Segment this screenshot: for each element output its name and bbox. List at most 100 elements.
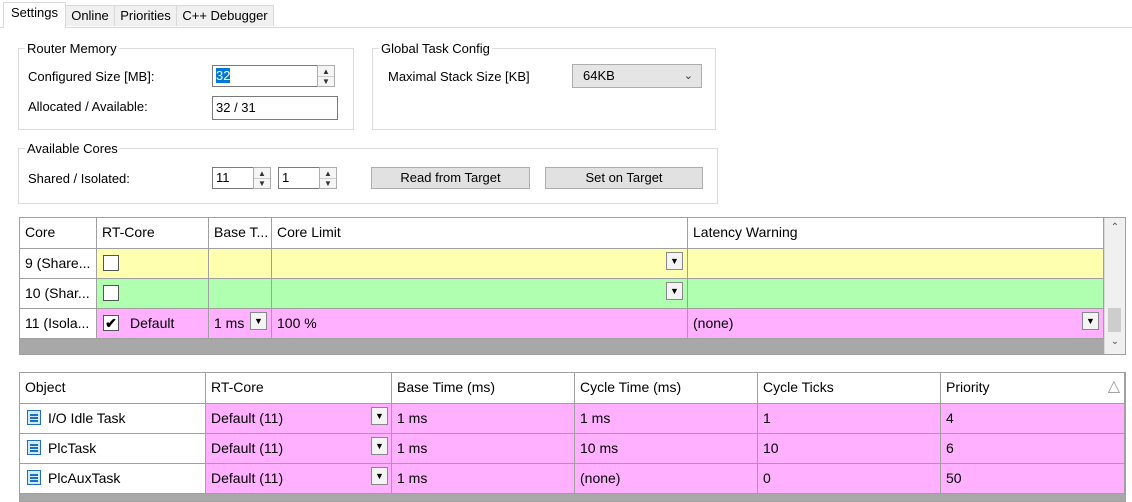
col-header-latency-warning[interactable]: Latency Warning bbox=[688, 218, 1104, 249]
tab-online[interactable]: Online bbox=[65, 5, 115, 26]
task-object-name: PlcTask bbox=[48, 440, 97, 456]
base-time-cell[interactable] bbox=[209, 279, 272, 309]
allocated-available-field: 32 / 31 bbox=[212, 96, 338, 120]
configured-size-input[interactable]: 32 bbox=[212, 65, 318, 87]
rt-core-cell[interactable] bbox=[97, 279, 209, 309]
spin-down-icon[interactable]: ▼ bbox=[318, 76, 334, 86]
dropdown-arrow-icon[interactable]: ▼ bbox=[250, 312, 267, 330]
router-memory-title: Router Memory bbox=[25, 41, 119, 57]
shared-cores-spinner[interactable]: ▲ ▼ bbox=[253, 167, 271, 189]
max-stack-size-select[interactable]: 64KB ⌄ bbox=[572, 64, 702, 88]
rt-core-cell[interactable] bbox=[97, 249, 209, 279]
tab-priorities[interactable]: Priorities bbox=[114, 5, 177, 26]
checkmark-icon[interactable]: ✔ bbox=[103, 315, 119, 331]
task-grid: Object RT-Core Base Time (ms) Cycle Time… bbox=[19, 372, 1126, 502]
rt-core-checkbox[interactable] bbox=[103, 285, 119, 301]
latency-warning-cell[interactable] bbox=[688, 279, 1104, 309]
tab-settings[interactable]: Settings bbox=[3, 2, 66, 28]
latency-warning-value: (none) bbox=[693, 315, 734, 331]
shared-cores-input[interactable]: 11 bbox=[212, 167, 254, 189]
spin-down-icon[interactable]: ▼ bbox=[320, 178, 336, 188]
task-rt-core-cell[interactable]: Default (11) ▼ bbox=[206, 464, 392, 494]
read-from-target-button[interactable]: Read from Target bbox=[371, 167, 530, 189]
dropdown-arrow-icon[interactable]: ▼ bbox=[371, 437, 388, 455]
sort-ascending-icon: △ bbox=[1107, 378, 1120, 395]
task-cycle-time-cell[interactable]: 10 ms bbox=[575, 434, 758, 464]
base-time-cell[interactable] bbox=[209, 249, 272, 279]
task-cycle-ticks-cell[interactable]: 1 bbox=[758, 404, 941, 434]
core-limit-cell[interactable]: ▼ bbox=[272, 249, 688, 279]
chevron-down-icon: ⌄ bbox=[683, 70, 693, 82]
task-base-time-cell[interactable]: 1 ms bbox=[392, 464, 575, 494]
tab-strip: Settings Online Priorities C++ Debugger bbox=[0, 0, 1132, 28]
task-icon bbox=[27, 440, 41, 455]
isolated-cores-spinner[interactable]: ▲ ▼ bbox=[319, 167, 337, 189]
dropdown-arrow-icon[interactable]: ▼ bbox=[666, 252, 683, 270]
core-cell[interactable]: 11 (Isola... bbox=[20, 309, 97, 339]
col-header-base-time[interactable]: Base T... bbox=[209, 218, 272, 249]
task-icon bbox=[27, 470, 41, 485]
task-icon bbox=[27, 410, 41, 425]
global-task-config-group bbox=[372, 48, 716, 130]
col-header-priority[interactable]: Priority △ bbox=[941, 373, 1125, 404]
task-rt-core-value: Default (11) bbox=[211, 440, 284, 456]
dropdown-arrow-icon[interactable]: ▼ bbox=[371, 407, 388, 425]
core-limit-cell[interactable]: ▼ bbox=[272, 279, 688, 309]
dropdown-arrow-icon[interactable]: ▼ bbox=[1082, 312, 1099, 330]
max-stack-size-value: 64KB bbox=[583, 68, 615, 83]
task-rt-core-cell[interactable]: Default (11) ▼ bbox=[206, 434, 392, 464]
available-cores-title: Available Cores bbox=[25, 141, 120, 157]
base-time-cell[interactable]: 1 ms ▼ bbox=[209, 309, 272, 339]
col-header-rt-core[interactable]: RT-Core bbox=[97, 218, 209, 249]
task-rt-core-value: Default (11) bbox=[211, 470, 284, 486]
task-base-time-cell[interactable]: 1 ms bbox=[392, 434, 575, 464]
col-header-object[interactable]: Object bbox=[20, 373, 206, 404]
task-priority-cell[interactable]: 6 bbox=[941, 434, 1125, 464]
task-priority-cell[interactable]: 4 bbox=[941, 404, 1125, 434]
configured-size-spinner[interactable]: ▲ ▼ bbox=[317, 65, 335, 87]
set-on-target-button[interactable]: Set on Target bbox=[545, 167, 703, 189]
max-stack-size-label: Maximal Stack Size [KB] bbox=[388, 69, 530, 84]
core-limit-cell[interactable]: 100 % bbox=[272, 309, 688, 339]
core-grid-scrollbar[interactable]: ⌃ ⌄ bbox=[1104, 218, 1125, 354]
isolated-cores-input[interactable]: 1 bbox=[278, 167, 320, 189]
task-base-time-cell[interactable]: 1 ms bbox=[392, 404, 575, 434]
task-object-name: PlcAuxTask bbox=[48, 470, 121, 486]
configured-size-value: 32 bbox=[216, 68, 231, 83]
task-rt-core-value: Default (11) bbox=[211, 410, 284, 426]
col-header-core-limit[interactable]: Core Limit bbox=[272, 218, 688, 249]
core-cell[interactable]: 9 (Share... bbox=[20, 249, 97, 279]
col-header-cycle-time[interactable]: Cycle Time (ms) bbox=[575, 373, 758, 404]
core-cell[interactable]: 10 (Shar... bbox=[20, 279, 97, 309]
tab-cpp-debugger[interactable]: C++ Debugger bbox=[176, 5, 274, 26]
task-cycle-time-cell[interactable]: (none) bbox=[575, 464, 758, 494]
task-object-cell[interactable]: I/O Idle Task bbox=[20, 404, 206, 434]
col-header-cycle-ticks[interactable]: Cycle Ticks bbox=[758, 373, 941, 404]
col-header-base-time[interactable]: Base Time (ms) bbox=[392, 373, 575, 404]
configured-size-label: Configured Size [MB]: bbox=[28, 69, 155, 84]
task-cycle-time-cell[interactable]: 1 ms bbox=[575, 404, 758, 434]
scroll-down-icon[interactable]: ⌄ bbox=[1105, 336, 1125, 347]
rt-core-label: Default bbox=[130, 315, 175, 331]
col-header-core[interactable]: Core bbox=[20, 218, 97, 249]
global-task-config-title: Global Task Config bbox=[379, 41, 492, 57]
spin-down-icon[interactable]: ▼ bbox=[254, 178, 270, 188]
col-header-rt-core[interactable]: RT-Core bbox=[206, 373, 392, 404]
task-cycle-ticks-cell[interactable]: 0 bbox=[758, 464, 941, 494]
task-object-cell[interactable]: PlcAuxTask bbox=[20, 464, 206, 494]
task-rt-core-cell[interactable]: Default (11) ▼ bbox=[206, 404, 392, 434]
task-cycle-ticks-cell[interactable]: 10 bbox=[758, 434, 941, 464]
latency-warning-cell[interactable] bbox=[688, 249, 1104, 279]
scroll-up-icon[interactable]: ⌃ bbox=[1105, 222, 1125, 233]
task-object-cell[interactable]: PlcTask bbox=[20, 434, 206, 464]
priority-header-label: Priority bbox=[946, 379, 990, 395]
rt-core-checkbox[interactable] bbox=[103, 255, 119, 271]
dropdown-arrow-icon[interactable]: ▼ bbox=[666, 282, 683, 300]
latency-warning-cell[interactable]: (none) ▼ bbox=[688, 309, 1104, 339]
task-priority-cell[interactable]: 50 bbox=[941, 464, 1125, 494]
task-object-name: I/O Idle Task bbox=[48, 410, 126, 426]
base-time-value: 1 ms bbox=[214, 315, 245, 331]
dropdown-arrow-icon[interactable]: ▼ bbox=[371, 467, 388, 485]
rt-core-cell[interactable]: ✔ Default bbox=[97, 309, 209, 339]
scroll-thumb[interactable] bbox=[1108, 308, 1121, 332]
